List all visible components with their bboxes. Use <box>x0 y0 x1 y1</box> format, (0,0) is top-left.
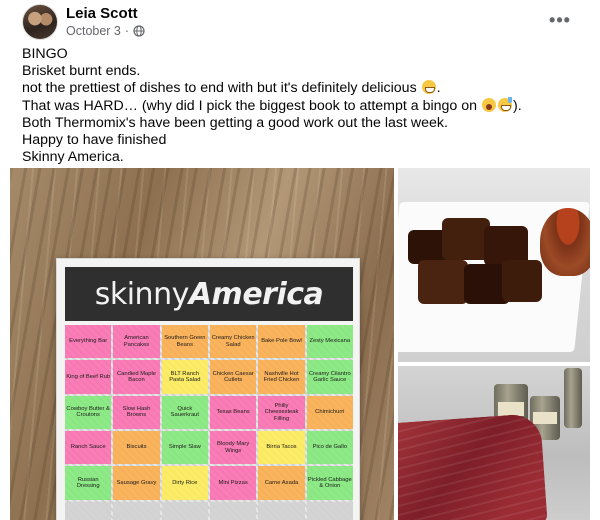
bingo-cell: Slow Hash Browns <box>113 395 160 429</box>
post-line-text: . <box>436 80 441 97</box>
bingo-grid: Everything Bar American Pancakes Southern … <box>65 325 353 520</box>
bingo-card: skinnyAmerica Everything Bar American Pan… <box>56 258 360 520</box>
bingo-cell: Candied Maple Bacon <box>113 360 160 394</box>
card-title-part2: America <box>188 276 324 312</box>
post-line-text: not the prettiest of dishes to end with … <box>22 80 417 97</box>
post-line: not the prettiest of dishes to end with … <box>22 80 582 97</box>
bingo-cell: King of Beef Rub <box>65 360 112 394</box>
bingo-cell: Everything Bar <box>65 325 112 359</box>
bingo-cell: Ranch Sauce <box>65 430 112 465</box>
bingo-cell: Pickled Cabbage & Onion <box>306 466 353 500</box>
post-line-text: ). <box>512 97 522 114</box>
bingo-cell: Bloody Mary Wings <box>209 430 257 465</box>
post-line: BINGO <box>22 46 68 62</box>
bingo-cell: Bake Pole Bowl <box>258 325 305 359</box>
photo-bingo-card[interactable]: skinnyAmerica Everything Bar American Pan… <box>10 168 394 520</box>
bingo-cell: Quick Sauerkraut <box>161 395 208 429</box>
globe-icon[interactable] <box>133 25 145 37</box>
more-options-button[interactable]: ••• <box>546 8 574 32</box>
post-line: Happy to have finished <box>22 132 167 149</box>
bingo-cell: Carne Asada <box>258 466 305 500</box>
sauce-ramekin <box>540 208 590 276</box>
bingo-cell: Russian Dressing <box>65 466 112 500</box>
post-line-text: That was HARD… (why did I pick the bigge… <box>22 97 478 114</box>
bingo-cell: Birria Tacos <box>258 430 305 465</box>
post-line: Brisket burnt ends. <box>22 63 141 80</box>
card-title-part1: skinny <box>94 276 190 312</box>
post-line: That was HARD… (why did I pick the bigge… <box>22 96 582 115</box>
bingo-cell: Chimichurri <box>306 395 353 429</box>
bingo-cell: Texas Beans <box>209 395 257 429</box>
jar-label <box>533 412 557 424</box>
shocked-emoji-icon <box>481 97 496 112</box>
bingo-cell: Nashville Hot Fried Chicken <box>258 360 305 394</box>
sweat-smile-emoji-icon <box>497 96 512 112</box>
post-line: Both Thermomix's have been getting a goo… <box>22 114 448 131</box>
bingo-cell: Simple Slaw <box>161 430 208 465</box>
photo-grid: skinnyAmerica Everything Bar American Pan… <box>10 168 590 520</box>
meta-separator: · <box>124 24 130 38</box>
post-line: Skinny America. <box>22 149 124 166</box>
card-title: skinnyAmerica <box>95 277 324 312</box>
facebook-post: Leia Scott October 3 · ••• BINGO Brisket… <box>0 0 600 520</box>
bingo-cell <box>113 501 160 520</box>
grinning-emoji-icon <box>421 80 436 95</box>
bingo-cell: Biscuits <box>113 430 160 465</box>
post-date[interactable]: October 3 <box>66 24 121 38</box>
photo-burnt-ends[interactable] <box>398 168 590 362</box>
bingo-cell: Cowboy Butter & Croutons <box>65 395 112 429</box>
bingo-cell: Mini Pizzas <box>209 466 257 500</box>
post-meta: October 3 · <box>66 24 145 38</box>
raw-brisket <box>398 412 548 520</box>
bingo-cell: Southern Green Beans <box>161 325 208 359</box>
meat-chunk <box>442 218 490 260</box>
bingo-cell: Sausage Gravy <box>113 466 160 500</box>
card-banner: skinnyAmerica <box>65 267 353 321</box>
meat-chunk <box>502 260 542 302</box>
bingo-cell: Chicken Caesar Cutlets <box>209 360 257 394</box>
bingo-cell <box>65 501 112 520</box>
bingo-cell <box>258 501 305 520</box>
bingo-cell <box>161 501 208 520</box>
bingo-cell: Philly Cheesesteak Filling <box>258 395 305 429</box>
author-name[interactable]: Leia Scott <box>66 5 138 22</box>
bingo-cell: Pico de Gallo <box>306 430 353 465</box>
bingo-cell: Creamy Chicken Salad <box>209 325 257 359</box>
more-horizontal-icon: ••• <box>549 9 571 30</box>
bingo-cell: BLT Ranch Pasta Salad <box>161 360 208 394</box>
spice-jar <box>564 368 582 428</box>
bingo-cell <box>209 501 257 520</box>
author-avatar[interactable] <box>22 4 58 40</box>
bingo-cell: Dirty Rice <box>161 466 208 500</box>
meat-chunk <box>418 260 468 304</box>
bingo-cell <box>306 501 353 520</box>
bingo-cell: Creamy Cilantro Garlic Sauce <box>306 360 353 394</box>
bingo-cell: American Pancakes <box>113 325 160 359</box>
post-text: BINGO Brisket burnt ends. not the pretti… <box>22 46 582 166</box>
photo-raw-brisket[interactable] <box>398 366 590 520</box>
bingo-cell: Zesty Mexicana <box>306 325 353 359</box>
post-header: Leia Scott October 3 · ••• <box>0 0 600 44</box>
